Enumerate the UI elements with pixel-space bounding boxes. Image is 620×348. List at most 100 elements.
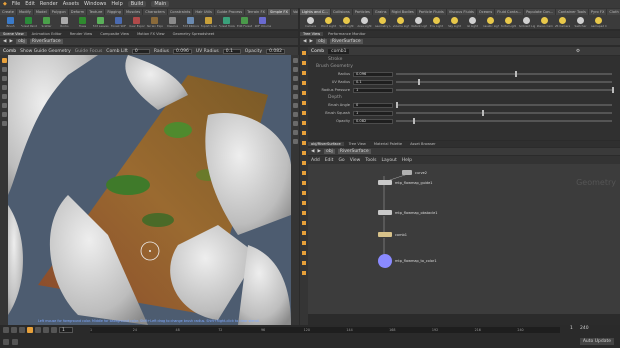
network-menu-view[interactable]: View — [350, 158, 361, 163]
scale-tool-icon[interactable] — [1, 85, 7, 90]
slider-handle[interactable] — [514, 71, 517, 77]
param-value-field[interactable]: 0.1 — [353, 79, 393, 85]
tool-icon[interactable] — [302, 251, 306, 255]
opacity-field[interactable]: 0.082 — [266, 48, 285, 54]
shelf-tab[interactable]: Populate Con... — [524, 8, 556, 15]
shelf-tab[interactable]: Guide Process — [214, 8, 245, 15]
shelf-tool[interactable]: Caustic Light — [483, 16, 499, 29]
network-menu-add[interactable]: Add — [311, 158, 320, 163]
shelf-tab[interactable]: Collisions — [330, 8, 352, 15]
param-value-field[interactable]: 0.082 — [353, 118, 393, 124]
network-editor[interactable]: Geometry curve2 mtp_flowmap_guide1 mtp_f… — [308, 164, 620, 314]
display-option-icon[interactable] — [292, 121, 298, 126]
param-slider[interactable] — [396, 79, 612, 85]
tool-icon[interactable] — [302, 171, 306, 175]
slider-handle[interactable] — [413, 118, 416, 124]
network-menu-edit[interactable]: Edit — [325, 158, 334, 163]
param-section-brush-geometry[interactable]: Brush Geometry — [308, 63, 620, 70]
tool-icon[interactable] — [302, 241, 306, 245]
shelf-tool[interactable]: Terrain Export — [147, 16, 163, 29]
shelf-tool[interactable]: Forest Painter — [21, 16, 37, 29]
shelf-tool[interactable]: SDF Volume — [255, 16, 271, 29]
shelf-tab[interactable]: Rigid Bodies — [389, 8, 416, 15]
range-start[interactable]: 1 — [570, 326, 573, 331]
tab-tree-view[interactable]: Tree View — [300, 32, 324, 36]
tool-icon[interactable] — [302, 101, 306, 105]
network-menu-tools[interactable]: Tools — [365, 158, 376, 163]
handle-tool-icon[interactable] — [1, 94, 7, 99]
tab-performance-monitor[interactable]: Performance Monitor — [325, 32, 369, 36]
pane-tab[interactable]: Geometry Spreadsheet — [170, 32, 218, 36]
node-body[interactable] — [378, 180, 392, 185]
shelf-tool[interactable]: Forest SDF — [111, 16, 126, 29]
shelf-tool[interactable]: Geometry Light — [375, 16, 391, 29]
shelf-tab[interactable]: Volume — [290, 8, 298, 15]
tool-icon[interactable] — [302, 141, 306, 145]
play-icon[interactable] — [35, 327, 41, 333]
param-slider[interactable] — [396, 71, 612, 77]
gear-icon[interactable]: ⚙ — [576, 49, 580, 54]
auto-update-button[interactable]: Auto Update — [579, 338, 614, 345]
shelf-tool[interactable]: Clear Exports — [129, 16, 145, 29]
slider-handle[interactable] — [396, 102, 398, 108]
back-icon[interactable]: ◀ — [303, 39, 306, 44]
back-icon[interactable]: ◀ — [311, 149, 314, 154]
node-comb[interactable]: comb1 — [378, 232, 407, 237]
slider-handle[interactable] — [417, 79, 420, 85]
stop-icon[interactable] — [27, 327, 33, 333]
tool-icon[interactable] — [302, 201, 306, 205]
tool-icon[interactable] — [302, 131, 306, 135]
shelf-tool[interactable]: Export Scene — [201, 16, 217, 29]
pane-tab[interactable]: Scene View — [0, 32, 27, 36]
display-option-icon[interactable] — [292, 139, 298, 144]
node-flowmap-to-color[interactable]: mtp_flowmap_to_color1 — [378, 254, 437, 268]
shelf-tab[interactable]: Particle Fluids — [416, 8, 446, 15]
scene-viewport[interactable]: Left mouse for foreground color. Middle … — [8, 55, 291, 325]
shelf-tool[interactable]: Portal Light — [501, 16, 516, 29]
shelf-tool[interactable]: Edit Ribbons — [183, 16, 199, 29]
jump-end-icon[interactable] — [51, 327, 57, 333]
shelf-tool[interactable]: Stereo Cam — [537, 16, 553, 29]
shelf-tool[interactable]: Edit Forest — [237, 16, 252, 29]
display-option-icon[interactable] — [292, 112, 298, 117]
shelf-tool[interactable]: Switcher — [573, 16, 588, 29]
slider-handle[interactable] — [482, 110, 485, 116]
menu-edit[interactable]: Edit — [25, 1, 35, 7]
display-option-icon[interactable] — [292, 94, 298, 99]
tool-icon[interactable] — [302, 81, 306, 85]
snap-tool-icon[interactable] — [1, 121, 7, 126]
desktop-selector[interactable]: Main — [151, 1, 170, 7]
forward-icon[interactable]: ▶ — [9, 39, 12, 44]
shelf-tab[interactable]: Grains — [372, 8, 389, 15]
node-name-field[interactable]: comb1 — [328, 48, 350, 54]
shelf-tool[interactable]: Point Light — [321, 16, 336, 29]
current-frame-field[interactable]: 1 — [59, 327, 73, 333]
node-body[interactable] — [378, 232, 392, 237]
param-value-field[interactable]: 0.096 — [353, 71, 393, 77]
shelf-tab[interactable]: Texture — [87, 8, 105, 15]
display-option-icon[interactable] — [292, 130, 298, 135]
back-icon[interactable]: ◀ — [3, 39, 6, 44]
shelf-tab[interactable]: Modify — [16, 8, 33, 15]
tool-icon[interactable] — [302, 231, 306, 235]
menu-render[interactable]: Render — [40, 1, 58, 7]
shelf-tab[interactable]: Create — [0, 8, 16, 15]
tool-icon[interactable] — [302, 151, 306, 155]
pose-tool-icon[interactable] — [1, 103, 7, 108]
shelf-tab[interactable]: Muscles — [123, 8, 143, 15]
shelf-tool[interactable]: Edit Leaves — [93, 16, 109, 29]
left-path-obj[interactable]: obj — [15, 39, 27, 44]
shelf-tool[interactable]: Distant Light — [411, 16, 427, 29]
shelf-tool[interactable]: Forest Tools — [219, 16, 235, 29]
network-menu-go[interactable]: Go — [338, 158, 344, 163]
select-tool-icon[interactable] — [1, 58, 7, 63]
shelf-tab[interactable]: Fluid Conta... — [495, 8, 524, 15]
uv-radius-field[interactable]: 0.1 — [222, 48, 241, 54]
shelf-tool[interactable]: Gamepad Camera — [591, 16, 607, 29]
shelf-tool[interactable]: Trees — [75, 16, 90, 29]
right-path-object[interactable]: RiverSurface — [329, 39, 363, 44]
display-option-icon[interactable] — [292, 67, 298, 72]
shelf-tab[interactable]: Model — [33, 8, 49, 15]
shelf-tool[interactable]: Ambient Light — [519, 16, 535, 29]
left-path-object[interactable]: RiverSurface — [29, 39, 63, 44]
